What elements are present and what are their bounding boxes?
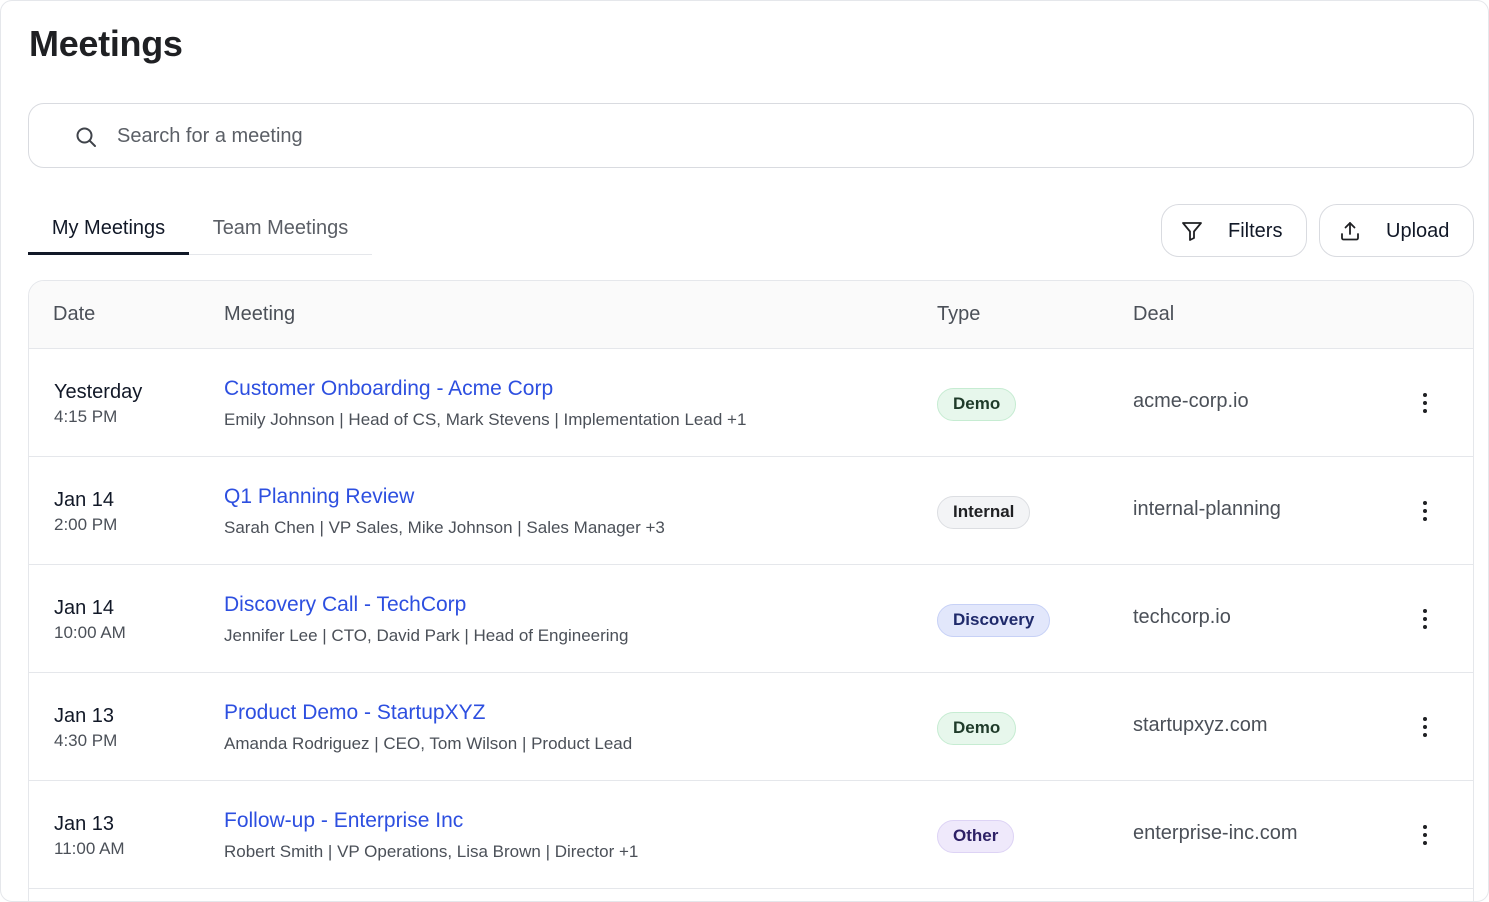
upload-button[interactable]: Upload [1319, 204, 1474, 257]
meeting-attendees: Amanda Rodriguez | CEO, Tom Wilson | Pro… [224, 734, 633, 753]
meeting-title-link[interactable]: Discovery Call - TechCorp [224, 593, 466, 617]
meeting-tabs: My Meetings Team Meetings [28, 203, 372, 255]
type-badge: Demo [937, 388, 1017, 421]
meeting-attendees: Emily Johnson | Head of CS, Mark Stevens… [224, 410, 747, 429]
search-icon [76, 127, 96, 147]
meeting-time: 2:00 PM [54, 515, 118, 534]
table-row[interactable]: Jan 14 10:00 AM Discovery Call - TechCor… [29, 565, 1473, 673]
deal-name: enterprise-inc.com [1133, 822, 1298, 844]
more-vertical-icon[interactable] [1413, 713, 1437, 741]
deal-name: acme-corp.io [1133, 390, 1249, 412]
deal-name: internal-planning [1133, 498, 1281, 520]
more-vertical-icon[interactable] [1413, 605, 1437, 633]
meeting-title-link[interactable]: Product Demo - StartupXYZ [224, 701, 485, 725]
meeting-date: Jan 13 [54, 813, 115, 835]
more-vertical-icon[interactable] [1413, 389, 1437, 417]
meeting-date: Jan 14 [54, 597, 115, 619]
column-header-type: Type [937, 303, 981, 325]
meeting-time: 10:00 AM [54, 623, 126, 642]
column-header-deal: Deal [1133, 303, 1175, 325]
meeting-date: Yesterday [54, 381, 143, 403]
meeting-title-link[interactable]: Follow-up - Enterprise Inc [224, 809, 463, 833]
meeting-attendees: Sarah Chen | VP Sales, Mike Johnson | Sa… [224, 518, 665, 537]
table-header: Date Meeting Type Deal [29, 281, 1473, 349]
page-title: Meetings [29, 23, 183, 64]
filters-button[interactable]: Filters [1161, 204, 1307, 257]
meeting-time: 4:15 PM [54, 407, 118, 426]
type-badge: Other [937, 820, 1015, 853]
deal-name: techcorp.io [1133, 606, 1231, 628]
type-badge: Demo [937, 712, 1017, 745]
tab-my-meetings[interactable]: My Meetings [28, 203, 189, 255]
table-row[interactable]: Jan 13 4:30 PM Product Demo - StartupXYZ… [29, 673, 1473, 781]
filters-label: Filters [1228, 220, 1283, 242]
more-vertical-icon[interactable] [1413, 497, 1437, 525]
filter-icon [1182, 222, 1202, 241]
table-row[interactable]: Yesterday 4:15 PM Customer Onboarding - … [29, 349, 1473, 457]
meeting-date: Jan 14 [54, 489, 115, 511]
meetings-table: Date Meeting Type Deal Yesterday 4:15 PM… [28, 280, 1474, 901]
search-bar[interactable] [28, 103, 1474, 168]
tab-team-meetings[interactable]: Team Meetings [189, 203, 372, 255]
more-vertical-icon[interactable] [1413, 821, 1437, 849]
search-input[interactable] [117, 120, 1417, 152]
upload-label: Upload [1386, 220, 1450, 242]
meetings-page: Meetings My Meetings Team Meetings Filte… [0, 0, 1489, 902]
table-row[interactable]: Jan 14 2:00 PM Q1 Planning Review Sarah … [29, 457, 1473, 565]
column-header-date: Date [53, 303, 96, 325]
meeting-attendees: Robert Smith | VP Operations, Lisa Brown… [224, 842, 639, 861]
meeting-date: Jan 13 [54, 705, 115, 727]
meeting-time: 11:00 AM [54, 839, 125, 858]
upload-icon [1341, 222, 1359, 241]
type-badge: Internal [937, 496, 1031, 529]
column-header-meeting: Meeting [224, 303, 296, 325]
type-badge: Discovery [937, 604, 1051, 637]
meeting-title-link[interactable]: Q1 Planning Review [224, 485, 414, 509]
deal-name: startupxyz.com [1133, 714, 1268, 736]
meeting-attendees: Jennifer Lee | CTO, David Park | Head of… [224, 626, 629, 645]
meeting-time: 4:30 PM [54, 731, 118, 750]
table-row[interactable]: Jan 13 11:00 AM Follow-up - Enterprise I… [29, 781, 1473, 889]
meeting-title-link[interactable]: Customer Onboarding - Acme Corp [224, 377, 553, 401]
